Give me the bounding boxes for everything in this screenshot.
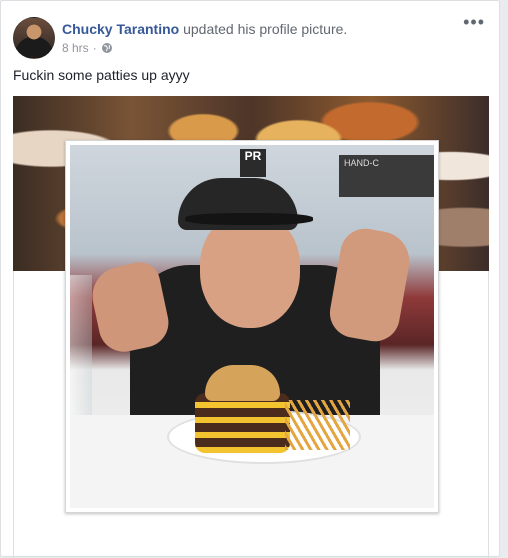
menu-board: HAND-C	[339, 155, 434, 197]
author-name-link[interactable]: Chucky Tarantino	[62, 21, 179, 37]
author-avatar[interactable]	[13, 17, 55, 59]
post-message: Fuckin some patties up ayyy	[13, 67, 190, 83]
profile-picture[interactable]: PR HAND-C	[70, 145, 434, 508]
meta-separator: ·	[92, 41, 97, 55]
post-header: Chucky Tarantino updated his profile pic…	[62, 21, 347, 37]
feed-post-card: Chucky Tarantino updated his profile pic…	[0, 0, 500, 558]
post-action-text: updated his profile picture.	[183, 21, 348, 37]
post-meta: 8 hrs ·	[62, 41, 113, 55]
cap-brim	[185, 213, 313, 225]
post-timestamp[interactable]: 8 hrs	[62, 41, 89, 55]
french-fries	[285, 400, 350, 450]
post-options-button[interactable]: •••	[463, 13, 485, 31]
profile-picture-frame[interactable]: PR HAND-C	[65, 140, 439, 513]
right-hand	[325, 224, 415, 346]
burger-bun	[205, 365, 280, 401]
globe-icon[interactable]	[101, 42, 113, 54]
burger-patties	[195, 393, 290, 453]
restaurant-sign: PR	[240, 149, 266, 177]
person-face	[200, 213, 300, 328]
